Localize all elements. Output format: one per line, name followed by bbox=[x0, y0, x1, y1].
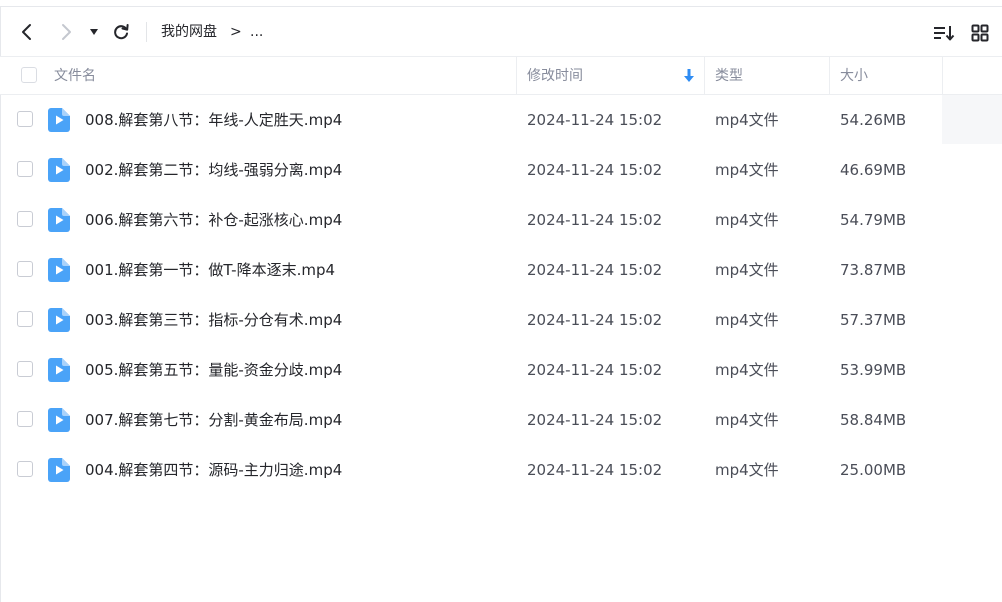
row-checkbox[interactable] bbox=[17, 211, 33, 227]
file-row[interactable]: 003.解套第三节：指标-分仓有术.mp4 2024-11-24 15:02 m… bbox=[0, 295, 1002, 345]
video-file-icon bbox=[48, 408, 70, 432]
file-row[interactable]: 008.解套第八节：年线-人定胜天.mp4 2024-11-24 15:02 m… bbox=[0, 95, 1002, 145]
file-modified-time: 2024-11-24 15:02 bbox=[527, 311, 663, 329]
row-checkbox[interactable] bbox=[17, 361, 33, 377]
back-button[interactable] bbox=[16, 21, 38, 43]
file-size: 53.99MB bbox=[840, 361, 907, 379]
file-row[interactable]: 004.解套第四节：源码-主力归途.mp4 2024-11-24 15:02 m… bbox=[0, 445, 1002, 495]
column-divider bbox=[516, 57, 517, 95]
file-type: mp4文件 bbox=[715, 461, 779, 479]
refresh-button[interactable] bbox=[110, 21, 132, 43]
file-name: 005.解套第五节：量能-资金分歧.mp4 bbox=[85, 361, 343, 379]
column-header-size[interactable]: 大小 bbox=[840, 57, 868, 95]
file-name: 004.解套第四节：源码-主力归途.mp4 bbox=[85, 461, 343, 479]
table-header: 文件名 修改时间 类型 大小 bbox=[0, 56, 1002, 95]
file-row[interactable]: 006.解套第六节：补仓-起涨核心.mp4 2024-11-24 15:02 m… bbox=[0, 195, 1002, 245]
row-checkbox[interactable] bbox=[17, 261, 33, 277]
file-list: 008.解套第八节：年线-人定胜天.mp4 2024-11-24 15:02 m… bbox=[0, 95, 1002, 495]
column-divider bbox=[704, 57, 705, 95]
file-modified-time: 2024-11-24 15:02 bbox=[527, 211, 663, 229]
file-modified-time: 2024-11-24 15:02 bbox=[527, 261, 663, 279]
grid-view-icon bbox=[971, 24, 989, 42]
file-name: 001.解套第一节：做T-降本逐末.mp4 bbox=[85, 261, 336, 279]
toolbar: 我的网盘 > ... bbox=[0, 7, 1002, 56]
breadcrumb-separator: > bbox=[230, 24, 242, 40]
file-size: 73.87MB bbox=[840, 261, 907, 279]
file-row[interactable]: 005.解套第五节：量能-资金分歧.mp4 2024-11-24 15:02 m… bbox=[0, 345, 1002, 395]
video-file-icon bbox=[48, 458, 70, 482]
video-file-icon bbox=[48, 308, 70, 332]
column-header-modified[interactable]: 修改时间 bbox=[527, 57, 583, 95]
file-type: mp4文件 bbox=[715, 211, 779, 229]
grid-view-button[interactable] bbox=[968, 21, 992, 45]
video-file-icon bbox=[48, 358, 70, 382]
file-row[interactable]: 007.解套第七节：分割-黄金布局.mp4 2024-11-24 15:02 m… bbox=[0, 395, 1002, 445]
file-row[interactable]: 002.解套第二节：均线-强弱分离.mp4 2024-11-24 15:02 m… bbox=[0, 145, 1002, 195]
column-divider bbox=[829, 57, 830, 95]
sort-menu-button[interactable] bbox=[932, 21, 956, 45]
file-name: 007.解套第七节：分割-黄金布局.mp4 bbox=[85, 411, 343, 429]
chevron-left-icon bbox=[22, 24, 31, 40]
row-checkbox[interactable] bbox=[17, 461, 33, 477]
column-header-name[interactable]: 文件名 bbox=[54, 57, 96, 95]
toolbar-divider bbox=[146, 22, 147, 42]
file-modified-time: 2024-11-24 15:02 bbox=[527, 461, 663, 479]
file-type: mp4文件 bbox=[715, 161, 779, 179]
row-checkbox[interactable] bbox=[17, 111, 33, 127]
select-all-checkbox[interactable] bbox=[21, 67, 37, 83]
forward-button[interactable] bbox=[55, 21, 77, 43]
video-file-icon bbox=[48, 208, 70, 232]
file-size: 58.84MB bbox=[840, 411, 907, 429]
file-type: mp4文件 bbox=[715, 261, 779, 279]
file-type: mp4文件 bbox=[715, 111, 779, 129]
file-name: 002.解套第二节：均线-强弱分离.mp4 bbox=[85, 161, 343, 179]
video-file-icon bbox=[48, 108, 70, 132]
history-dropdown-button[interactable] bbox=[84, 21, 104, 43]
row-checkbox[interactable] bbox=[17, 411, 33, 427]
file-modified-time: 2024-11-24 15:02 bbox=[527, 111, 663, 129]
file-name: 008.解套第八节：年线-人定胜天.mp4 bbox=[85, 111, 343, 129]
sort-list-icon bbox=[934, 26, 955, 41]
file-type: mp4文件 bbox=[715, 411, 779, 429]
row-checkbox[interactable] bbox=[17, 311, 33, 327]
breadcrumb-more[interactable]: ... bbox=[250, 22, 263, 42]
file-name: 003.解套第三节：指标-分仓有术.mp4 bbox=[85, 311, 343, 329]
file-type: mp4文件 bbox=[715, 361, 779, 379]
video-file-icon bbox=[48, 258, 70, 282]
sort-descending-icon[interactable] bbox=[683, 68, 695, 84]
column-header-type[interactable]: 类型 bbox=[715, 57, 743, 95]
column-divider bbox=[942, 57, 943, 95]
file-size: 57.37MB bbox=[840, 311, 907, 329]
chevron-right-icon bbox=[62, 24, 71, 40]
row-checkbox[interactable] bbox=[17, 161, 33, 177]
file-size: 25.00MB bbox=[840, 461, 907, 479]
file-size: 54.79MB bbox=[840, 211, 907, 229]
file-modified-time: 2024-11-24 15:02 bbox=[527, 361, 663, 379]
breadcrumb-root[interactable]: 我的网盘 bbox=[161, 22, 217, 42]
file-type: mp4文件 bbox=[715, 311, 779, 329]
caret-down-icon bbox=[90, 29, 98, 35]
file-size: 46.69MB bbox=[840, 161, 907, 179]
file-name: 006.解套第六节：补仓-起涨核心.mp4 bbox=[85, 211, 343, 229]
refresh-icon bbox=[114, 24, 129, 40]
file-modified-time: 2024-11-24 15:02 bbox=[527, 411, 663, 429]
file-modified-time: 2024-11-24 15:02 bbox=[527, 161, 663, 179]
file-size: 54.26MB bbox=[840, 111, 907, 129]
file-row[interactable]: 001.解套第一节：做T-降本逐末.mp4 2024-11-24 15:02 m… bbox=[0, 245, 1002, 295]
video-file-icon bbox=[48, 158, 70, 182]
